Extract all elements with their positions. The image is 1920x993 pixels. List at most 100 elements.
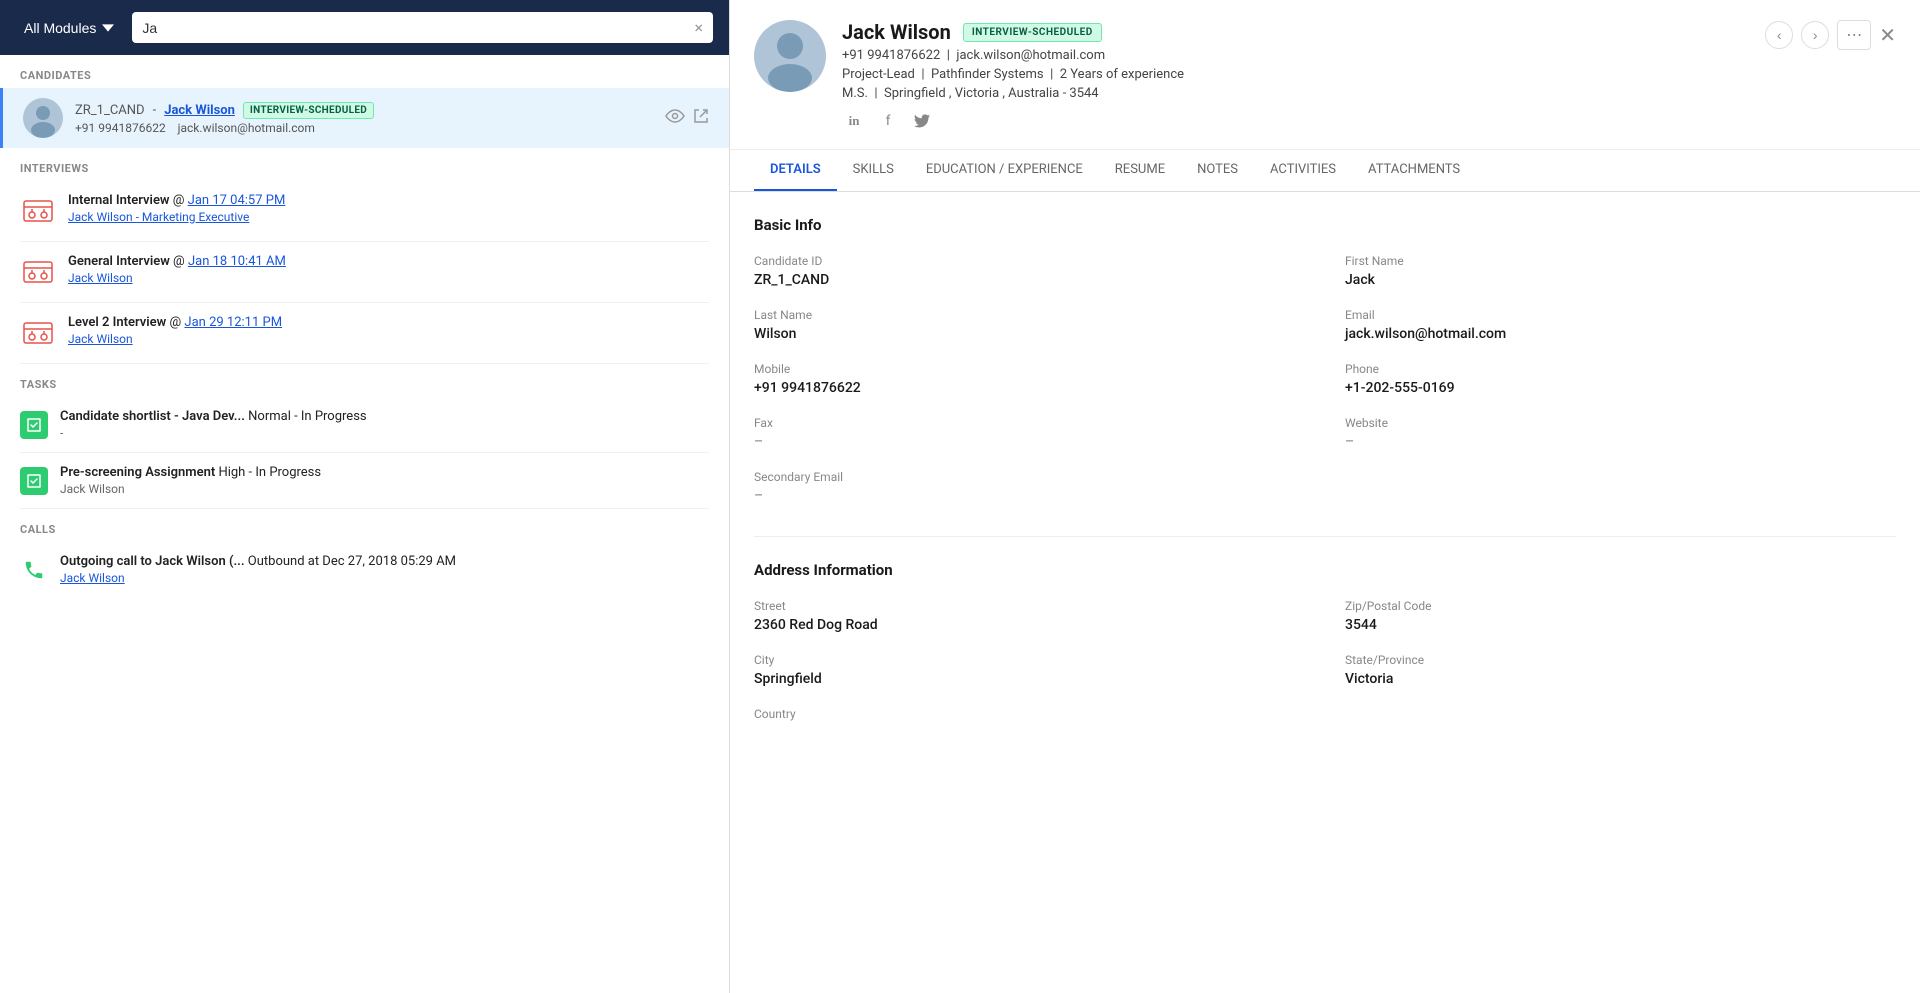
field-first-name: First Name Jack	[1345, 254, 1896, 288]
address-info-title: Address Information	[754, 561, 1896, 579]
task-title-2: Pre-screening Assignment	[60, 465, 215, 480]
field-zip: Zip/Postal Code 3544	[1345, 599, 1896, 633]
interview-details-1: Internal Interview @ Jan 17 04:57 PM Jac…	[68, 193, 709, 224]
interview-date-3: Jan 29 12:11 PM	[184, 315, 282, 330]
calls-section-label: CALLS	[0, 509, 729, 542]
tab-attachments[interactable]: ATTACHMENTS	[1352, 150, 1476, 191]
tab-skills[interactable]: SKILLS	[837, 150, 910, 191]
twitter-icon[interactable]	[910, 109, 934, 133]
facebook-icon[interactable]: f	[876, 109, 900, 133]
field-first-name-label: First Name	[1345, 254, 1896, 268]
field-last-name-value: Wilson	[754, 326, 1305, 342]
tasks-section: Candidate shortlist - Java Dev... Normal…	[0, 397, 729, 509]
task-details-2: Pre-screening Assignment High - In Progr…	[60, 465, 709, 496]
module-selector[interactable]: All Modules	[16, 16, 122, 40]
candidate-name[interactable]: Jack Wilson	[164, 103, 235, 118]
field-phone: Phone +1-202-555-0169	[1345, 362, 1896, 396]
task-sub-2[interactable]: Jack Wilson	[60, 482, 709, 496]
interview-sub-1[interactable]: Jack Wilson - Marketing Executive	[68, 210, 709, 224]
field-secondary-email-label: Secondary Email	[754, 470, 1305, 484]
interview-date-1: Jan 17 04:57 PM	[188, 193, 286, 208]
search-input[interactable]	[142, 20, 694, 36]
interview-title-1: Internal Interview	[68, 193, 170, 208]
open-icon[interactable]	[693, 108, 709, 128]
interview-item[interactable]: General Interview @ Jan 18 10:41 AM Jack…	[20, 242, 709, 303]
task-sub-1: -	[60, 426, 709, 440]
interview-title-2: General Interview	[68, 254, 170, 269]
interview-details-3: Level 2 Interview @ Jan 29 12:11 PM Jack…	[68, 315, 709, 346]
interview-icon-2	[20, 254, 56, 290]
task-icon-1	[20, 411, 48, 439]
task-meta-2: High - In Progress	[218, 465, 321, 480]
interview-sub-3[interactable]: Jack Wilson	[68, 332, 709, 346]
tab-education[interactable]: EDUCATION / EXPERIENCE	[910, 150, 1099, 191]
field-zip-value: 3544	[1345, 617, 1896, 633]
field-candidate-id: Candidate ID ZR_1_CAND	[754, 254, 1305, 288]
divider	[754, 536, 1896, 537]
results-area: CANDIDATES ZR_1_CAND - Jack Wilson INTER…	[0, 55, 729, 993]
call-details-1: Outgoing call to Jack Wilson (... Outbou…	[60, 554, 709, 585]
task-icon-2	[20, 467, 48, 495]
interviews-section-label: INTERVIEWS	[0, 148, 729, 181]
field-country-label: Country	[754, 707, 1305, 721]
right-panel: Jack Wilson INTERVIEW-SCHEDULED +91 9941…	[730, 0, 1920, 993]
left-panel: All Modules × CANDIDATES ZR_1_CAND -	[0, 0, 730, 993]
candidates-section-label: CANDIDATES	[0, 55, 729, 88]
social-icons: in f	[842, 109, 1749, 133]
more-button[interactable]: ⋯	[1837, 20, 1871, 50]
tab-resume[interactable]: RESUME	[1099, 150, 1181, 191]
call-meta-1: Outbound at Dec 27, 2018 05:29 AM	[248, 554, 456, 569]
field-city-value: Springfield	[754, 671, 1305, 687]
interview-item[interactable]: Level 2 Interview @ Jan 29 12:11 PM Jack…	[20, 303, 709, 364]
header-meta: Project-Lead | Pathfinder Systems | 2 Ye…	[842, 67, 1749, 82]
field-website-label: Website	[1345, 416, 1896, 430]
candidate-actions	[665, 108, 709, 128]
field-phone-label: Phone	[1345, 362, 1896, 376]
header-info: Jack Wilson INTERVIEW-SCHEDULED +91 9941…	[842, 20, 1749, 133]
field-street-label: Street	[754, 599, 1305, 613]
interview-date-2: Jan 18 10:41 AM	[188, 254, 286, 269]
candidate-header: Jack Wilson INTERVIEW-SCHEDULED +91 9941…	[730, 0, 1920, 150]
call-sub-1[interactable]: Jack Wilson	[60, 571, 709, 585]
prev-button[interactable]: ‹	[1765, 21, 1793, 49]
header-status-badge: INTERVIEW-SCHEDULED	[963, 23, 1102, 42]
header-avatar	[754, 20, 826, 92]
field-state-value: Victoria	[1345, 671, 1896, 687]
interview-sub-2[interactable]: Jack Wilson	[68, 271, 709, 285]
interview-item[interactable]: Internal Interview @ Jan 17 04:57 PM Jac…	[20, 181, 709, 242]
search-bar: All Modules ×	[0, 0, 729, 55]
tab-activities[interactable]: ACTIVITIES	[1254, 150, 1352, 191]
next-button[interactable]: ›	[1801, 21, 1829, 49]
header-name: Jack Wilson	[842, 20, 951, 44]
field-email-value: jack.wilson@hotmail.com	[1345, 326, 1896, 342]
interview-details-2: General Interview @ Jan 18 10:41 AM Jack…	[68, 254, 709, 285]
task-details-1: Candidate shortlist - Java Dev... Normal…	[60, 409, 709, 440]
task-item-2[interactable]: Pre-screening Assignment High - In Progr…	[20, 453, 709, 509]
tab-notes[interactable]: NOTES	[1181, 150, 1254, 191]
field-fax-value: –	[754, 434, 1305, 450]
interviews-section: Internal Interview @ Jan 17 04:57 PM Jac…	[0, 181, 729, 364]
call-item-1[interactable]: Outgoing call to Jack Wilson (... Outbou…	[20, 542, 709, 597]
avatar	[23, 98, 63, 138]
field-city-label: City	[754, 653, 1305, 667]
close-button[interactable]: ✕	[1879, 23, 1896, 48]
linkedin-icon[interactable]: in	[842, 109, 866, 133]
field-candidate-id-label: Candidate ID	[754, 254, 1305, 268]
calls-section: Outgoing call to Jack Wilson (... Outbou…	[0, 542, 729, 597]
task-meta-1: Normal - In Progress	[248, 409, 367, 424]
field-candidate-id-value: ZR_1_CAND	[754, 272, 1305, 288]
interview-badge: INTERVIEW-SCHEDULED	[243, 102, 374, 119]
preview-icon[interactable]	[665, 108, 685, 128]
module-label: All Modules	[24, 20, 96, 36]
call-title-1: Outgoing call to Jack Wilson (...	[60, 554, 245, 569]
candidate-row[interactable]: ZR_1_CAND - Jack Wilson INTERVIEW-SCHEDU…	[0, 88, 729, 148]
field-fax: Fax –	[754, 416, 1305, 450]
field-mobile: Mobile +91 9941876622	[754, 362, 1305, 396]
field-city: City Springfield	[754, 653, 1305, 687]
field-website: Website –	[1345, 416, 1896, 450]
task-item-1[interactable]: Candidate shortlist - Java Dev... Normal…	[20, 397, 709, 453]
clear-icon[interactable]: ×	[694, 18, 703, 37]
field-email-label: Email	[1345, 308, 1896, 322]
tab-details[interactable]: DETAILS	[754, 150, 837, 191]
tasks-section-label: TASKS	[0, 364, 729, 397]
